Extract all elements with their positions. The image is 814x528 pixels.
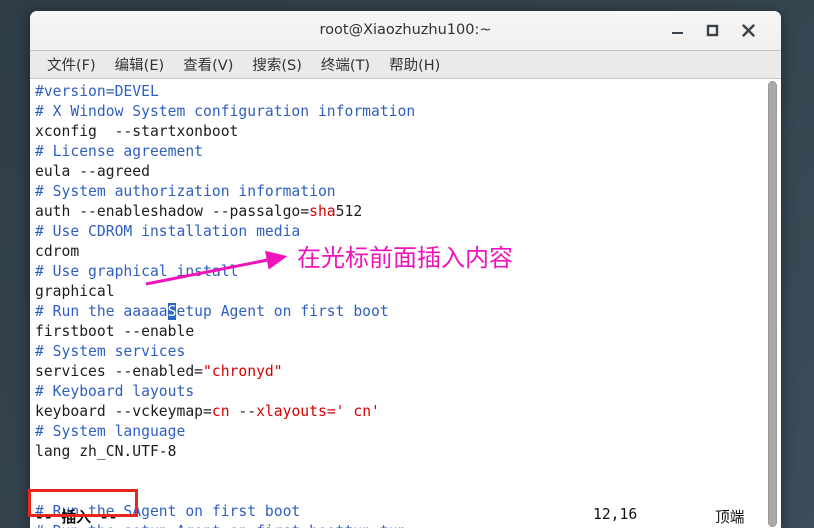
terminal-line: # Keyboard layouts — [35, 382, 765, 402]
terminal-line: auth --enableshadow --passalgo=sha512 — [35, 202, 765, 222]
menu-edit[interactable]: 编辑(E) — [107, 52, 172, 77]
terminal-text: 512 — [335, 203, 363, 220]
terminal-text: # System authorization information — [35, 183, 336, 200]
terminal-text: keyboard --vckeymap= — [35, 403, 212, 420]
terminal-text: # Use CDROM installation media — [35, 223, 301, 240]
terminal-text: # X Window System configuration informat… — [35, 103, 416, 120]
terminal-line: xconfig --startxonboot — [35, 122, 765, 142]
close-icon — [742, 24, 755, 37]
terminal-text: firstboot --enable — [35, 323, 195, 340]
terminal-text: services --enabled= — [35, 363, 204, 380]
terminal-text: # Keyboard layouts — [35, 383, 195, 400]
scroll-indicator: 顶端 — [715, 509, 745, 526]
terminal-line: services --enabled="chronyd" — [35, 362, 765, 382]
maximize-icon — [706, 24, 719, 37]
vim-buffer[interactable]: #version=DEVEL # X Window System configur… — [35, 82, 765, 528]
terminal-text: #version=DEVEL — [35, 83, 159, 100]
terminal-text: graphical — [35, 283, 115, 300]
minimize-icon — [672, 32, 683, 34]
vertical-scrollbar[interactable] — [766, 81, 779, 527]
menu-view[interactable]: 查看(V) — [175, 52, 241, 77]
menubar: 文件(F) 编辑(E) 查看(V) 搜索(S) 终端(T) 帮助(H) — [30, 51, 781, 79]
terminal-text: "chronyd" — [203, 363, 283, 380]
cursor-position: 12,16 — [593, 506, 638, 523]
vim-status-line: -- 插入 -- 12,16 顶端 — [35, 506, 765, 526]
terminal-line: firstboot --enable — [35, 322, 765, 342]
terminal-line: # License agreement — [35, 142, 765, 162]
terminal-text: xconfig --startxonboot — [35, 123, 239, 140]
maximize-button[interactable] — [702, 20, 723, 41]
terminal-text: -- — [229, 403, 257, 420]
terminal-text: # System services — [35, 343, 186, 360]
terminal-text: # System language — [35, 423, 186, 440]
terminal-text: xlayouts=' cn' — [256, 403, 380, 420]
terminal-line: # Use CDROM installation media — [35, 222, 765, 242]
vim-mode-indicator: -- 插入 -- — [35, 509, 118, 526]
terminal-content[interactable]: #version=DEVEL # X Window System configur… — [30, 79, 781, 528]
terminal-line: cdrom — [35, 242, 765, 262]
terminal-text: etup Agent on first boot — [176, 303, 389, 320]
terminal-line: # System language — [35, 422, 765, 442]
terminal-line: eula --agreed — [35, 162, 765, 182]
window-titlebar: root@Xiaozhuzhu100:~ — [30, 11, 781, 51]
terminal-text: auth --enableshadow --passalgo= — [35, 203, 310, 220]
terminal-line: #version=DEVEL — [35, 82, 765, 102]
menu-help[interactable]: 帮助(H) — [381, 52, 448, 77]
menu-terminal[interactable]: 终端(T) — [313, 52, 378, 77]
terminal-text: cn — [211, 403, 230, 420]
terminal-window: root@Xiaozhuzhu100:~ 文件(F) 编辑(E) 查看(V) 搜… — [30, 11, 781, 528]
scrollbar-thumb[interactable] — [768, 81, 777, 527]
terminal-line: # System services — [35, 342, 765, 362]
close-button[interactable] — [738, 20, 759, 41]
terminal-text: # License agreement — [35, 143, 204, 160]
terminal-line: lang zh_CN.UTF-8 — [35, 442, 765, 462]
terminal-text: cdrom — [35, 243, 80, 260]
terminal-line: # System authorization information — [35, 182, 765, 202]
terminal-line: # X Window System configuration informat… — [35, 102, 765, 122]
terminal-text: # Run the aaaaa — [35, 303, 168, 320]
terminal-line: keyboard --vckeymap=cn --xlayouts=' cn' — [35, 402, 765, 422]
menu-search[interactable]: 搜索(S) — [244, 52, 310, 77]
minimize-button[interactable] — [667, 20, 688, 41]
terminal-text: lang zh_CN.UTF-8 — [35, 443, 177, 460]
terminal-text: # Use graphical install — [35, 263, 239, 280]
terminal-line: # Use graphical install — [35, 262, 765, 282]
terminal-line: # Run the aaaaaSetup Agent on first boot — [35, 302, 765, 322]
terminal-text: eula --agreed — [35, 163, 150, 180]
terminal-text: sha — [309, 203, 336, 220]
terminal-line: graphical — [35, 282, 765, 302]
menu-file[interactable]: 文件(F) — [39, 52, 104, 77]
